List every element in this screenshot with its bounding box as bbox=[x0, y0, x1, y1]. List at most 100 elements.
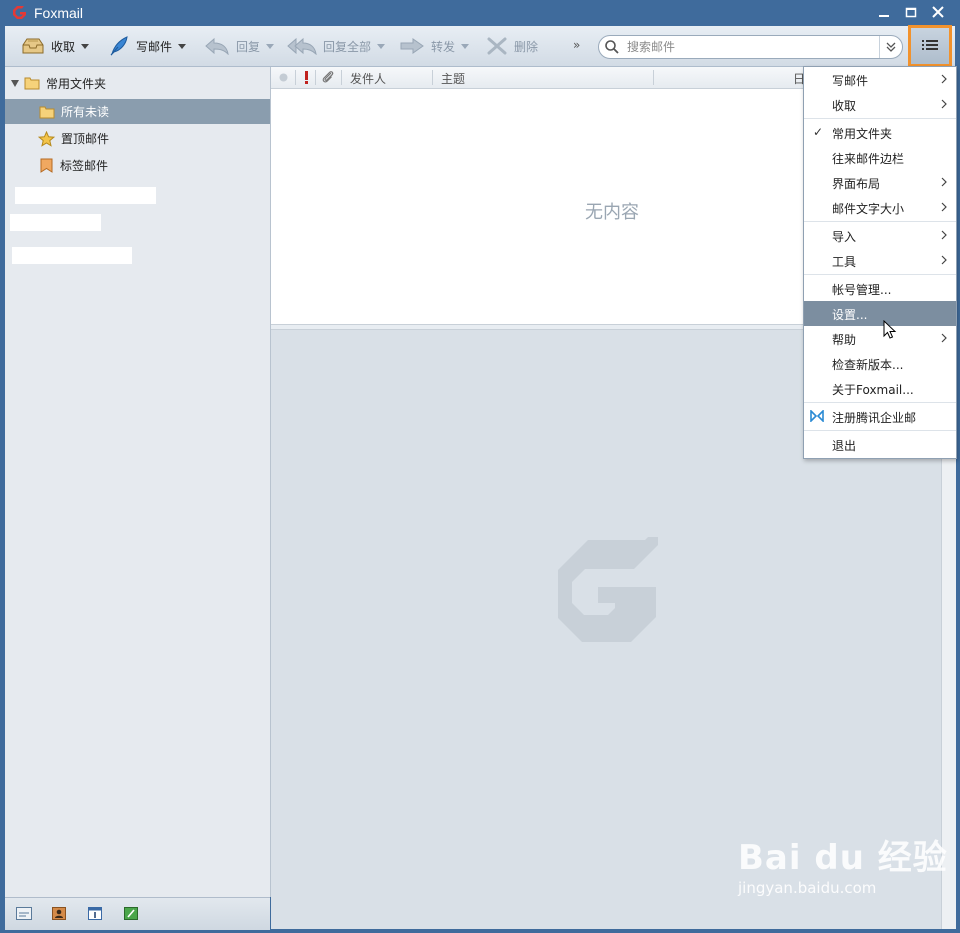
column-separator bbox=[315, 70, 316, 85]
delete-button[interactable]: 删除 bbox=[486, 34, 538, 58]
menu-item-label: 关于Foxmail... bbox=[832, 383, 914, 397]
chevron-down-icon[interactable] bbox=[266, 43, 275, 49]
chevron-down-icon[interactable] bbox=[461, 43, 470, 49]
forward-button[interactable]: 转发 bbox=[399, 34, 470, 58]
tencent-exmail-icon bbox=[810, 410, 824, 422]
reply-icon bbox=[205, 37, 229, 55]
window-title: Foxmail bbox=[34, 5, 84, 21]
mouse-cursor-icon bbox=[883, 320, 897, 339]
mail-view-icon[interactable] bbox=[16, 907, 32, 920]
toolbar: 收取 写邮件 回复 回复全部 转发 删除 » 搜索邮件 bbox=[5, 26, 955, 67]
menu-item-label: 邮件文字大小 bbox=[832, 202, 905, 216]
forward-label: 转发 bbox=[431, 39, 456, 54]
menu-item-label: 检查新版本... bbox=[832, 358, 904, 372]
sidebar-item-tagged[interactable]: 标签邮件 bbox=[5, 153, 270, 178]
chevron-right-icon bbox=[941, 99, 947, 109]
title-bar: Foxmail bbox=[0, 0, 960, 26]
menu-item-help[interactable]: 帮助 bbox=[804, 326, 956, 351]
sidebar-item-all-unread[interactable]: 所有未读 bbox=[5, 99, 270, 124]
menu-item-label: 设置... bbox=[832, 308, 868, 322]
feather-pen-icon bbox=[110, 36, 128, 56]
reply-button[interactable]: 回复 bbox=[204, 34, 275, 58]
menu-item-receive[interactable]: 收取 bbox=[804, 92, 956, 117]
priority-icon[interactable] bbox=[304, 71, 309, 84]
menu-item-font-size[interactable]: 邮件文字大小 bbox=[804, 195, 956, 220]
menu-item-layout[interactable]: 界面布局 bbox=[804, 170, 956, 195]
chevron-right-icon bbox=[941, 202, 947, 212]
menu-item-settings[interactable]: 设置... bbox=[804, 301, 956, 326]
column-separator bbox=[653, 70, 654, 85]
delete-label: 删除 bbox=[514, 39, 539, 54]
menu-separator bbox=[804, 402, 956, 403]
menu-separator bbox=[804, 118, 956, 119]
baidu-jingyan-watermark: Bai du 经验 jingyan.baidu.com bbox=[738, 830, 948, 897]
search-icon bbox=[605, 40, 619, 54]
column-sender[interactable]: 发件人 bbox=[350, 70, 386, 87]
menu-item-label: 工具 bbox=[832, 255, 857, 269]
menu-item-exit[interactable]: 退出 bbox=[804, 432, 956, 457]
minimize-icon bbox=[879, 15, 889, 17]
menu-item-common-folders[interactable]: ✓ 常用文件夹 bbox=[804, 120, 956, 145]
menu-item-label: 界面布局 bbox=[832, 177, 881, 191]
more-tools-button[interactable]: » bbox=[573, 38, 580, 52]
menu-item-tools[interactable]: 工具 bbox=[804, 248, 956, 273]
checkmark-icon: ✓ bbox=[813, 125, 824, 139]
common-folders-label: 常用文件夹 bbox=[46, 76, 107, 91]
reply-label: 回复 bbox=[236, 39, 261, 54]
column-separator bbox=[295, 70, 296, 85]
receive-button[interactable]: 收取 bbox=[21, 34, 90, 58]
search-box[interactable] bbox=[598, 35, 903, 59]
foxmail-logo-icon bbox=[13, 6, 26, 19]
search-input[interactable] bbox=[625, 38, 869, 56]
menu-item-check-update[interactable]: 检查新版本... bbox=[804, 351, 956, 376]
menu-item-account-management[interactable]: 帐号管理... bbox=[804, 276, 956, 301]
folder-icon bbox=[24, 77, 40, 90]
close-button[interactable] bbox=[927, 4, 949, 22]
menu-item-import[interactable]: 导入 bbox=[804, 223, 956, 248]
menu-item-about[interactable]: 关于Foxmail... bbox=[804, 376, 956, 401]
menu-item-label: 常用文件夹 bbox=[832, 127, 893, 141]
reply-all-icon bbox=[287, 37, 317, 55]
maximize-icon bbox=[905, 7, 917, 18]
chevron-down-icon[interactable] bbox=[178, 43, 187, 49]
menu-item-label: 写邮件 bbox=[832, 74, 869, 88]
column-separator bbox=[432, 70, 433, 85]
delete-icon bbox=[487, 37, 507, 55]
column-subject[interactable]: 主题 bbox=[441, 70, 465, 87]
menu-item-register-exmail[interactable]: 注册腾讯企业邮 bbox=[804, 404, 956, 429]
minimize-button[interactable] bbox=[873, 4, 895, 22]
reply-all-button[interactable]: 回复全部 bbox=[287, 34, 386, 58]
chevron-down-icon[interactable] bbox=[81, 43, 90, 49]
menu-item-correspondence-sidebar[interactable]: 往来邮件边栏 bbox=[804, 145, 956, 170]
search-options-button[interactable] bbox=[879, 36, 902, 58]
redacted-account-3 bbox=[12, 247, 132, 264]
expand-triangle-icon[interactable] bbox=[11, 79, 19, 87]
main-menu-button[interactable] bbox=[908, 25, 952, 67]
sidebar-item-label: 所有未读 bbox=[61, 105, 110, 119]
receive-label: 收取 bbox=[51, 39, 76, 54]
common-folders-node[interactable]: 常用文件夹 bbox=[5, 72, 270, 94]
foxmail-window: Foxmail 收取 写邮件 回复 回复全部 转发 删除 » 搜索邮件 常用文件… bbox=[0, 0, 960, 933]
sidebar-item-pinned[interactable]: 置顶邮件 bbox=[5, 126, 270, 151]
star-icon bbox=[38, 130, 55, 147]
attachment-icon[interactable] bbox=[321, 70, 335, 84]
menu-separator bbox=[804, 274, 956, 275]
folder-sidebar: 常用文件夹 所有未读 置顶邮件 标签邮件 bbox=[5, 67, 271, 897]
foxmail-watermark-logo-icon bbox=[558, 537, 658, 642]
maximize-button[interactable] bbox=[900, 4, 922, 22]
compose-button[interactable]: 写邮件 bbox=[108, 34, 187, 58]
watermark-main-text: Bai du 经验 bbox=[738, 838, 948, 878]
chevron-down-icon[interactable] bbox=[377, 43, 386, 49]
notes-icon[interactable] bbox=[124, 907, 138, 920]
menu-item-label: 帮助 bbox=[832, 333, 857, 347]
sidebar-item-label: 置顶邮件 bbox=[61, 132, 110, 146]
contacts-icon[interactable] bbox=[52, 907, 66, 920]
menu-item-compose[interactable]: 写邮件 bbox=[804, 67, 956, 92]
menu-item-label: 帐号管理... bbox=[832, 283, 892, 297]
read-status-icon[interactable] bbox=[279, 73, 288, 82]
menu-separator bbox=[804, 221, 956, 222]
menu-list-icon bbox=[922, 40, 938, 50]
chevron-right-icon bbox=[941, 74, 947, 84]
menu-item-label: 收取 bbox=[832, 99, 857, 113]
calendar-icon[interactable] bbox=[88, 907, 102, 920]
